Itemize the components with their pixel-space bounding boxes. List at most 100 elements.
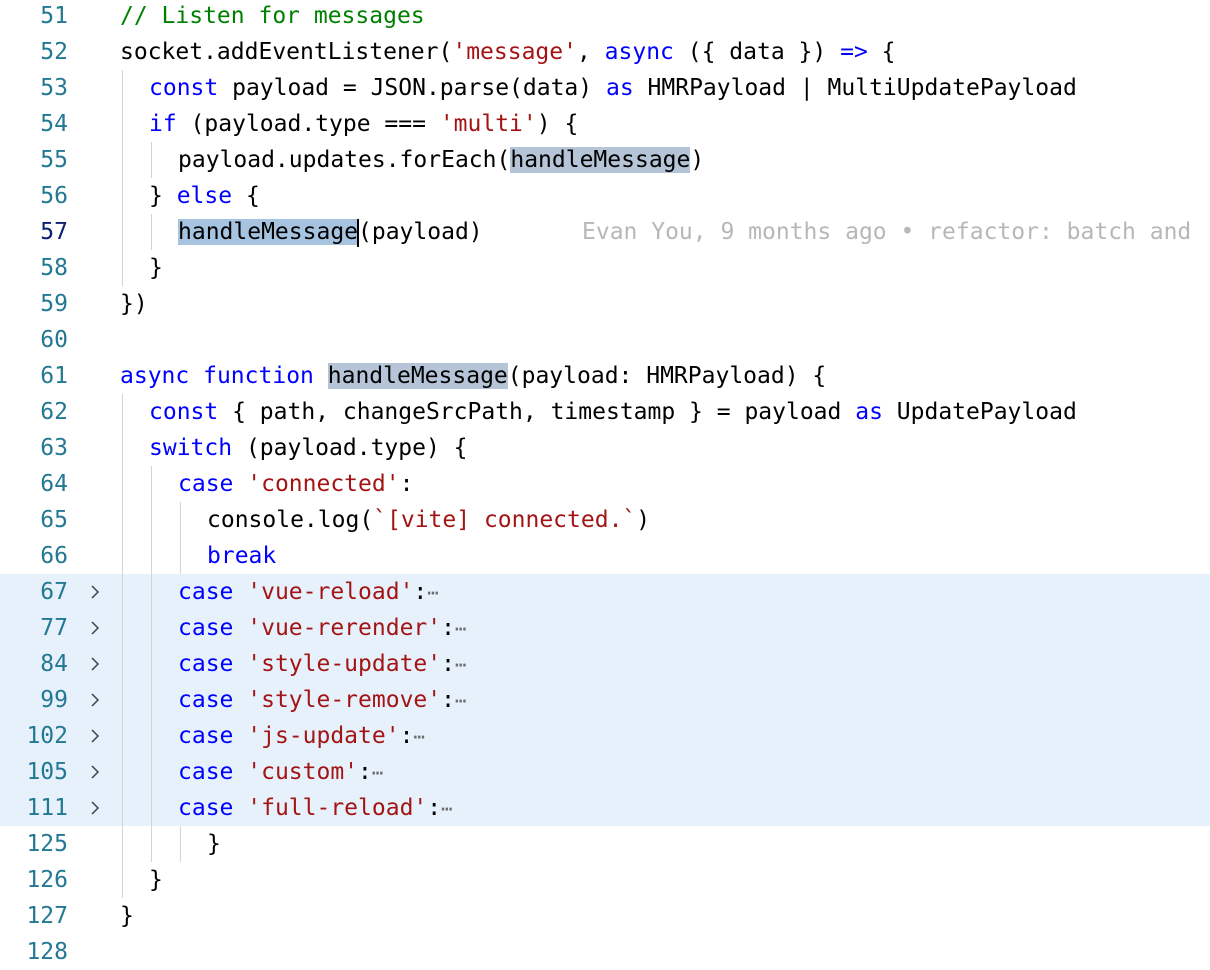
code-line[interactable]: 99 case 'style-remove':⋯ [0, 682, 1210, 718]
code-line[interactable]: 64 case 'connected': [0, 466, 1210, 502]
code-token: { path, changeSrcPath, timestamp } = pay… [218, 399, 856, 425]
indent-guide [151, 790, 152, 826]
code-token: : [399, 471, 414, 497]
code-line[interactable]: 65 console.log(`[vite] connected.`) [0, 502, 1210, 538]
code-token: break [207, 543, 277, 569]
code-token: } [207, 831, 221, 857]
folded-ellipsis[interactable]: ⋯ [455, 618, 466, 640]
line-number: 102 [26, 723, 68, 749]
indent-guide [122, 538, 123, 574]
code-line[interactable]: 54 if (payload.type === 'multi') { [0, 106, 1210, 142]
code-text: socket.addEventListener('message', async… [120, 34, 896, 70]
code-line[interactable]: 59}) [0, 286, 1210, 322]
line-number: 59 [40, 291, 68, 317]
code-token: case [178, 759, 234, 785]
code-token: 'connected' [247, 471, 400, 497]
line-number: 54 [40, 111, 68, 137]
git-blame-annotation: Evan You, 9 months ago • refactor: batch… [582, 219, 1192, 245]
code-line[interactable]: 84 case 'style-update':⋯ [0, 646, 1210, 682]
folded-ellipsis[interactable]: ⋯ [455, 690, 466, 712]
code-text: case 'full-reload':⋯ [178, 790, 453, 826]
code-token: case [178, 687, 234, 713]
indent-guide [151, 682, 152, 718]
code-token: => [840, 39, 868, 65]
indent-guide [122, 826, 123, 862]
code-token: socket.addEventListener( [120, 39, 453, 65]
code-token: 'vue-rerender' [247, 615, 442, 641]
line-number: 111 [26, 795, 68, 821]
indent-guide [122, 646, 123, 682]
code-token: : [441, 615, 455, 641]
code-line[interactable]: 60 [0, 322, 1210, 358]
code-line[interactable]: 66 break [0, 538, 1210, 574]
code-text: case 'vue-reload':⋯ [178, 574, 439, 610]
code-text: } else { [149, 178, 260, 214]
chevron-right-icon[interactable] [86, 727, 104, 745]
code-line[interactable]: 111 case 'full-reload':⋯ [0, 790, 1210, 826]
code-line[interactable]: 126} [0, 862, 1210, 898]
code-text: const { path, changeSrcPath, timestamp }… [149, 394, 1077, 430]
code-token: ) { [536, 111, 579, 137]
chevron-right-icon[interactable] [86, 655, 104, 673]
code-token: console.log( [207, 507, 374, 533]
code-line[interactable]: 128 [0, 934, 1210, 970]
code-line[interactable]: 51 // Listen for messages [0, 0, 1210, 34]
folded-ellipsis[interactable]: ⋯ [455, 654, 466, 676]
code-text: switch (payload.type) { [149, 430, 468, 466]
code-editor[interactable]: 51 // Listen for messages 52 socket.addEven… [0, 0, 1210, 968]
folded-ellipsis[interactable]: ⋯ [427, 582, 438, 604]
code-line[interactable]: 61 async function handleMessage(payload: … [0, 358, 1210, 394]
code-text: case 'vue-rerender':⋯ [178, 610, 466, 646]
code-line[interactable]: 58} [0, 250, 1210, 286]
chevron-right-icon[interactable] [86, 763, 104, 781]
code-line[interactable]: 53 const payload = JSON.parse(data) as HM… [0, 70, 1210, 106]
code-line[interactable]: 57 handleMessage(payload) Evan You, 9 mont… [0, 214, 1210, 250]
code-text: console.log(`[vite] connected.`) [207, 502, 650, 538]
indent-guide [151, 754, 152, 790]
chevron-right-icon[interactable] [86, 619, 104, 637]
chevron-right-icon[interactable] [86, 691, 104, 709]
code-line[interactable]: 102 case 'js-update':⋯ [0, 718, 1210, 754]
folded-ellipsis[interactable]: ⋯ [413, 726, 424, 748]
code-text: case 'connected': [178, 466, 413, 502]
folded-ellipsis[interactable]: ⋯ [372, 762, 383, 784]
code-line[interactable]: 56 } else { [0, 178, 1210, 214]
code-line[interactable]: 52 socket.addEventListener('message', asy… [0, 34, 1210, 70]
code-line[interactable]: 127} [0, 898, 1210, 934]
line-number: 66 [40, 543, 68, 569]
code-token: `[vite] connected.` [373, 507, 637, 533]
code-line[interactable]: 125} [0, 826, 1210, 862]
code-token: } [120, 903, 134, 929]
code-line[interactable]: 77 case 'vue-rerender':⋯ [0, 610, 1210, 646]
indent-guide [122, 214, 123, 250]
code-token: : [427, 795, 442, 821]
line-number: 105 [26, 759, 68, 785]
chevron-right-icon[interactable] [86, 583, 104, 601]
line-number: 125 [26, 831, 68, 857]
line-number: 64 [40, 471, 68, 497]
code-line[interactable]: 62 const { path, changeSrcPath, timestamp… [0, 394, 1210, 430]
code-text: case 'style-update':⋯ [178, 646, 466, 682]
line-number: 56 [40, 183, 68, 209]
chevron-right-icon[interactable] [86, 799, 104, 817]
code-token: 'message' [452, 39, 577, 65]
code-line[interactable]: 67 case 'vue-reload':⋯ [0, 574, 1210, 610]
indent-guide [151, 502, 152, 538]
code-token: case [178, 651, 234, 677]
code-line[interactable]: 55 payload.updates.forEach(handleMessage) [0, 142, 1210, 178]
code-text: }) [120, 286, 148, 322]
line-number: 57 [40, 219, 68, 245]
indent-guide [122, 574, 123, 610]
code-text: break [207, 538, 276, 574]
indent-guide [122, 754, 123, 790]
line-number: 84 [40, 651, 68, 677]
code-line[interactable]: 63 switch (payload.type) { [0, 430, 1210, 466]
folded-ellipsis[interactable]: ⋯ [441, 798, 452, 820]
code-line[interactable]: 105 case 'custom':⋯ [0, 754, 1210, 790]
code-token: : [413, 579, 428, 605]
code-token: } [149, 255, 163, 281]
